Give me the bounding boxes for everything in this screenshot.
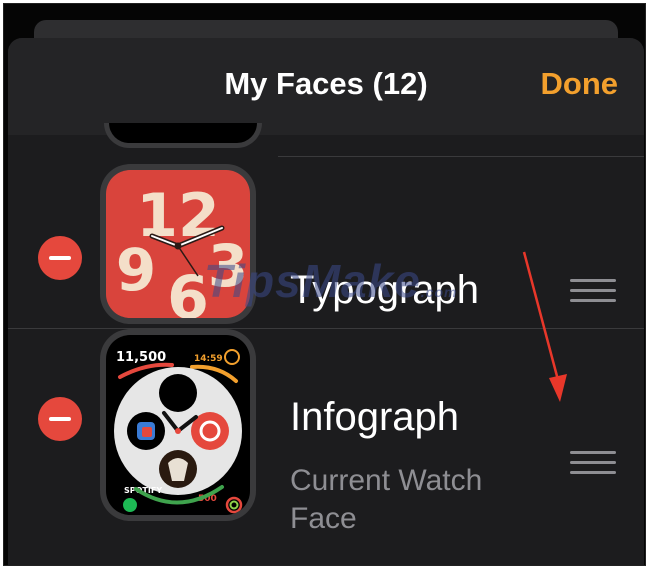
screen: My Faces (12) Done 12 9 6 3 Typograph 11… bbox=[3, 3, 646, 566]
annotation-arrow-icon bbox=[522, 251, 567, 402]
